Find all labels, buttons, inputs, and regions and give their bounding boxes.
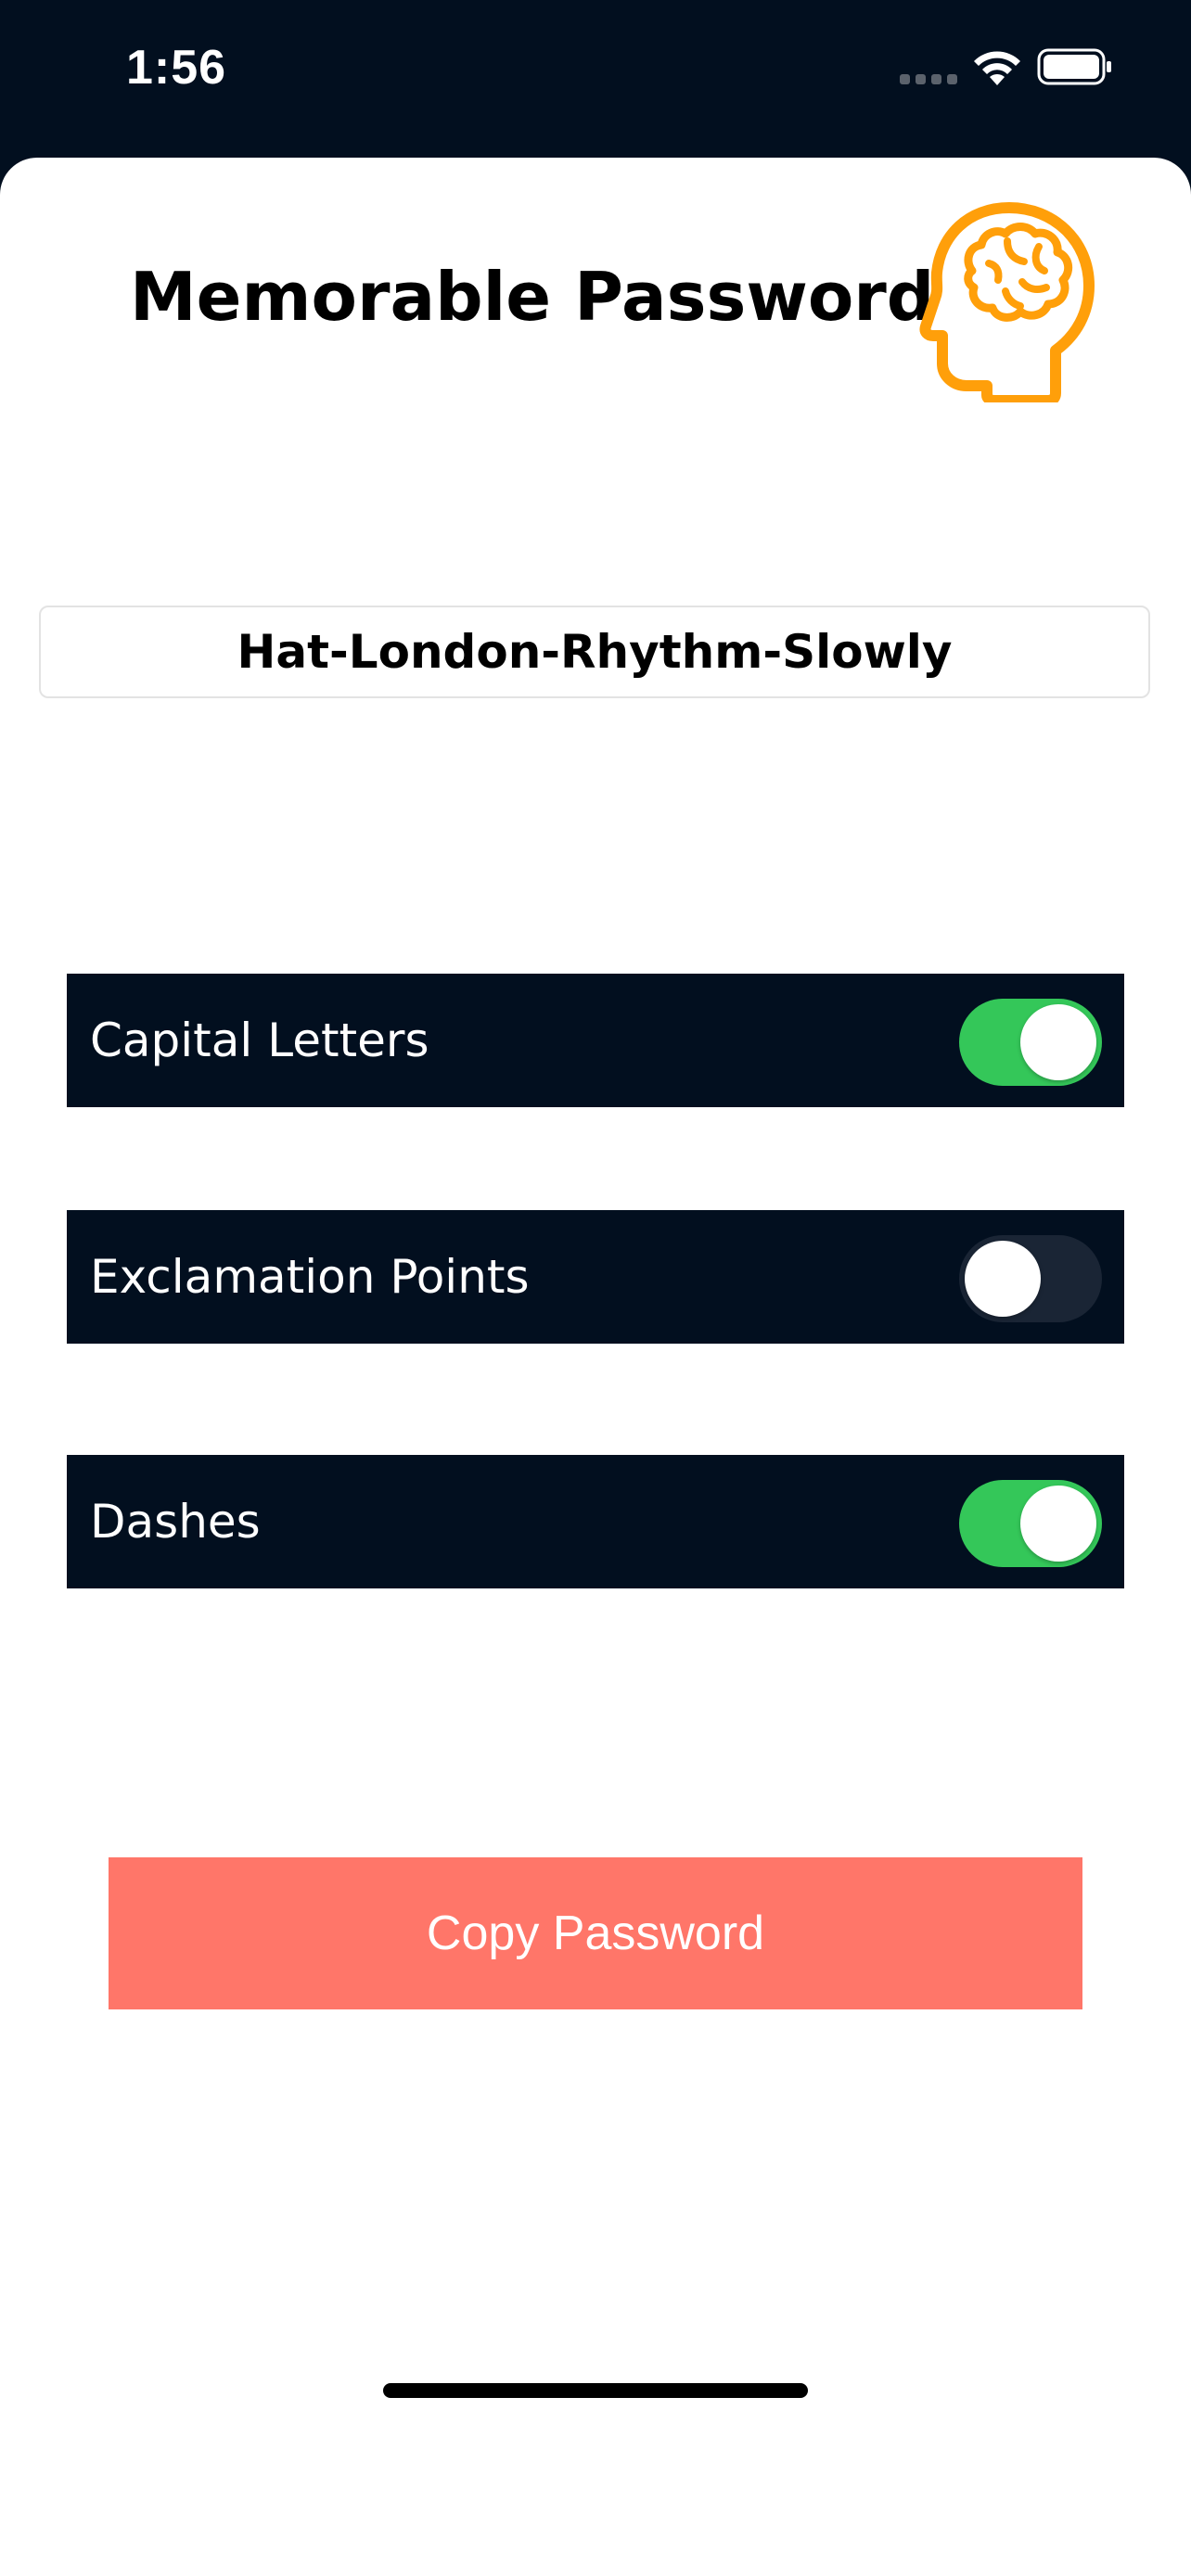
option-label-capital-letters: Capital Letters <box>90 1014 429 1067</box>
status-time: 1:56 <box>126 41 227 95</box>
password-display-field[interactable]: Hat-London-Rhythm-Slowly <box>39 606 1150 698</box>
option-label-exclamation-points: Exclamation Points <box>90 1250 530 1304</box>
exclamation-points-toggle[interactable] <box>959 1235 1102 1322</box>
home-indicator[interactable] <box>383 2383 808 2398</box>
option-row-dashes: Dashes <box>67 1455 1124 1588</box>
battery-icon <box>1037 48 1111 85</box>
toggle-knob <box>1020 1004 1096 1080</box>
brain-head-icon <box>919 202 1095 402</box>
option-row-capital-letters: Capital Letters <box>67 974 1124 1107</box>
wifi-icon <box>974 51 1020 85</box>
copy-password-button[interactable]: Copy Password <box>109 1857 1082 2009</box>
toggle-knob <box>1020 1486 1096 1562</box>
option-row-exclamation-points: Exclamation Points <box>67 1210 1124 1344</box>
option-label-dashes: Dashes <box>90 1495 261 1549</box>
status-bar: 1:56 <box>0 0 1191 158</box>
page-title: Memorable Password <box>130 258 935 336</box>
dashes-toggle[interactable] <box>959 1480 1102 1567</box>
toggle-knob <box>965 1241 1041 1317</box>
cellular-signal-icon <box>900 74 957 85</box>
main-sheet: Memorable Password Hat-London-Rhythm-Slo… <box>0 158 1191 2576</box>
capital-letters-toggle[interactable] <box>959 999 1102 1086</box>
